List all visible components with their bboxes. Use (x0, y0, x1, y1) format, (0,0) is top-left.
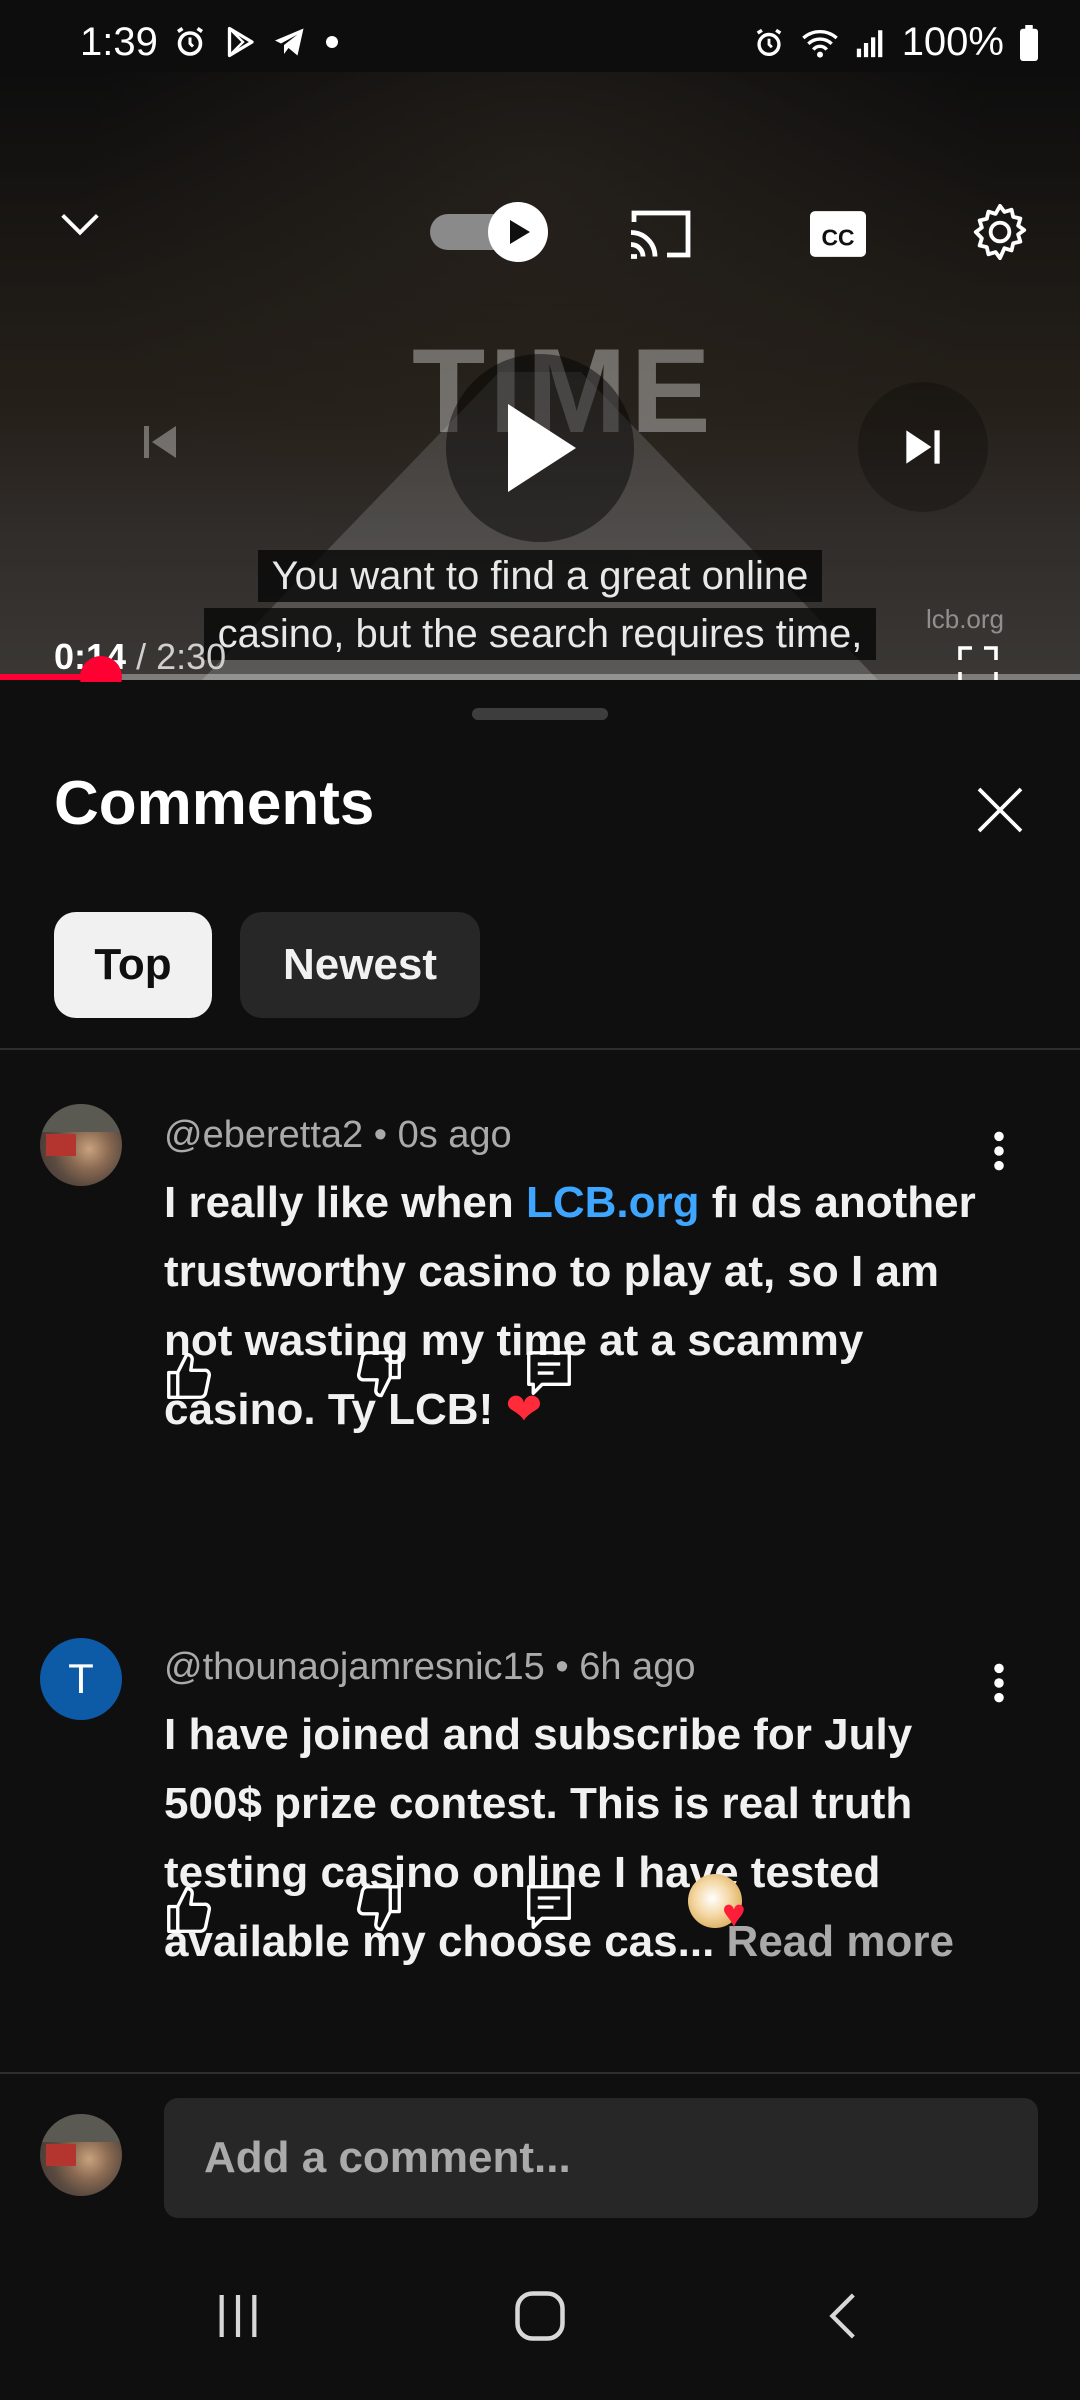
fullscreen-button[interactable] (944, 632, 1012, 680)
next-icon (906, 430, 940, 464)
comment-text: I really like when LCB.org fı ds another… (164, 1168, 1004, 1444)
thumbs-down-icon (357, 1885, 401, 1932)
reply-icon (527, 1885, 571, 1929)
filter-chip-top[interactable]: Top (54, 912, 212, 1018)
autoplay-toggle[interactable] (428, 200, 554, 262)
settings-button[interactable] (960, 192, 1040, 272)
time-separator: / (126, 636, 157, 677)
next-video-button[interactable] (858, 382, 988, 512)
comments-panel: Comments Top Newest @eberetta2 • 0s ago … (0, 682, 1080, 2282)
avatar[interactable]: T (40, 1638, 122, 1720)
close-icon (977, 787, 1023, 833)
status-bar: 1:39 100% (0, 0, 1080, 80)
minimize-player-button[interactable] (40, 184, 120, 264)
heart-icon: ♥ (722, 1892, 746, 1936)
telegram-icon (275, 28, 304, 56)
comment-link[interactable]: LCB.org (526, 1178, 700, 1227)
dot-icon (326, 36, 338, 48)
recents-icon (219, 2295, 257, 2337)
thumbs-down-icon (357, 1351, 401, 1398)
cast-button[interactable] (618, 196, 704, 272)
video-duration: 2:30 (156, 636, 227, 677)
avatar[interactable] (40, 1104, 122, 1186)
status-right-icons: 100% (752, 20, 1040, 65)
comment-meta: @thounaojamresnic15 • 6h ago (164, 1646, 695, 1689)
add-comment-input[interactable]: Add a comment... (164, 2098, 1038, 2218)
play-button[interactable] (446, 354, 634, 542)
meta-separator: • (363, 1114, 398, 1156)
chevron-down-icon (61, 213, 99, 236)
caption-text: You want to find a great online (257, 550, 823, 602)
wifi-icon (801, 29, 838, 58)
comment-author[interactable]: @eberetta2 (164, 1114, 363, 1156)
back-button[interactable] (794, 2266, 894, 2366)
like-button[interactable] (154, 1876, 224, 1946)
comment-meta: @eberetta2 • 0s ago (164, 1114, 512, 1157)
comment-author[interactable]: @thounaojamresnic15 (164, 1646, 545, 1688)
thumbs-up-icon (167, 1352, 211, 1399)
alarm-icon (756, 28, 781, 56)
status-left-icons (172, 24, 342, 60)
previous-icon (144, 426, 176, 458)
more-vert-icon (994, 1131, 1004, 1171)
add-comment-bar: Add a comment... (0, 2072, 1080, 2236)
like-button[interactable] (154, 1342, 224, 1412)
system-nav-bar (0, 2236, 1080, 2400)
more-vert-icon (994, 1663, 1004, 1703)
video-player[interactable]: TIME lcb.org CC You want to find a great… (0, 72, 1080, 680)
dislike-button[interactable] (344, 1872, 414, 1942)
signal-icon (856, 29, 883, 57)
comment-time: 6h ago (579, 1646, 696, 1688)
caption-text: casino, but the search requires time, (203, 608, 877, 660)
status-time: 1:39 (80, 20, 158, 64)
filter-chip-newest[interactable]: Newest (240, 912, 480, 1018)
reply-button[interactable] (514, 1872, 584, 1942)
comment-time: 0s ago (397, 1114, 512, 1156)
comment-text: I have joined and subscribe for July 500… (164, 1700, 1004, 1976)
close-comments-button[interactable] (964, 774, 1036, 846)
meta-separator: • (544, 1646, 580, 1688)
cc-icon: CC (810, 211, 866, 257)
divider (0, 1048, 1080, 1050)
recents-button[interactable] (188, 2266, 288, 2366)
dislike-button[interactable] (344, 1338, 414, 1408)
drag-handle[interactable] (472, 708, 608, 720)
home-icon (515, 2291, 565, 2341)
cast-icon (630, 210, 691, 259)
svg-text:CC: CC (821, 224, 854, 250)
gear-icon (973, 203, 1027, 261)
previous-video-button[interactable] (120, 402, 200, 482)
alarm-icon (177, 27, 203, 56)
play-icon (508, 404, 576, 492)
comment-text-part: I really like when (164, 1178, 526, 1227)
thumbs-up-icon (167, 1886, 211, 1933)
comments-title: Comments (54, 769, 375, 838)
reply-icon (527, 1351, 571, 1395)
progress-bar[interactable] (0, 656, 1080, 698)
battery-percent: 100% (901, 20, 1004, 64)
user-avatar[interactable] (40, 2114, 122, 2196)
battery-icon (1020, 24, 1038, 61)
captions-button[interactable]: CC (796, 196, 880, 272)
caption-line: You want to find a great online (0, 550, 1080, 602)
back-icon (829, 2293, 855, 2339)
creator-heart-badge: ♥ (684, 1868, 754, 1938)
reply-button[interactable] (514, 1338, 584, 1408)
home-button[interactable] (490, 2266, 590, 2366)
play-store-icon (227, 26, 254, 58)
